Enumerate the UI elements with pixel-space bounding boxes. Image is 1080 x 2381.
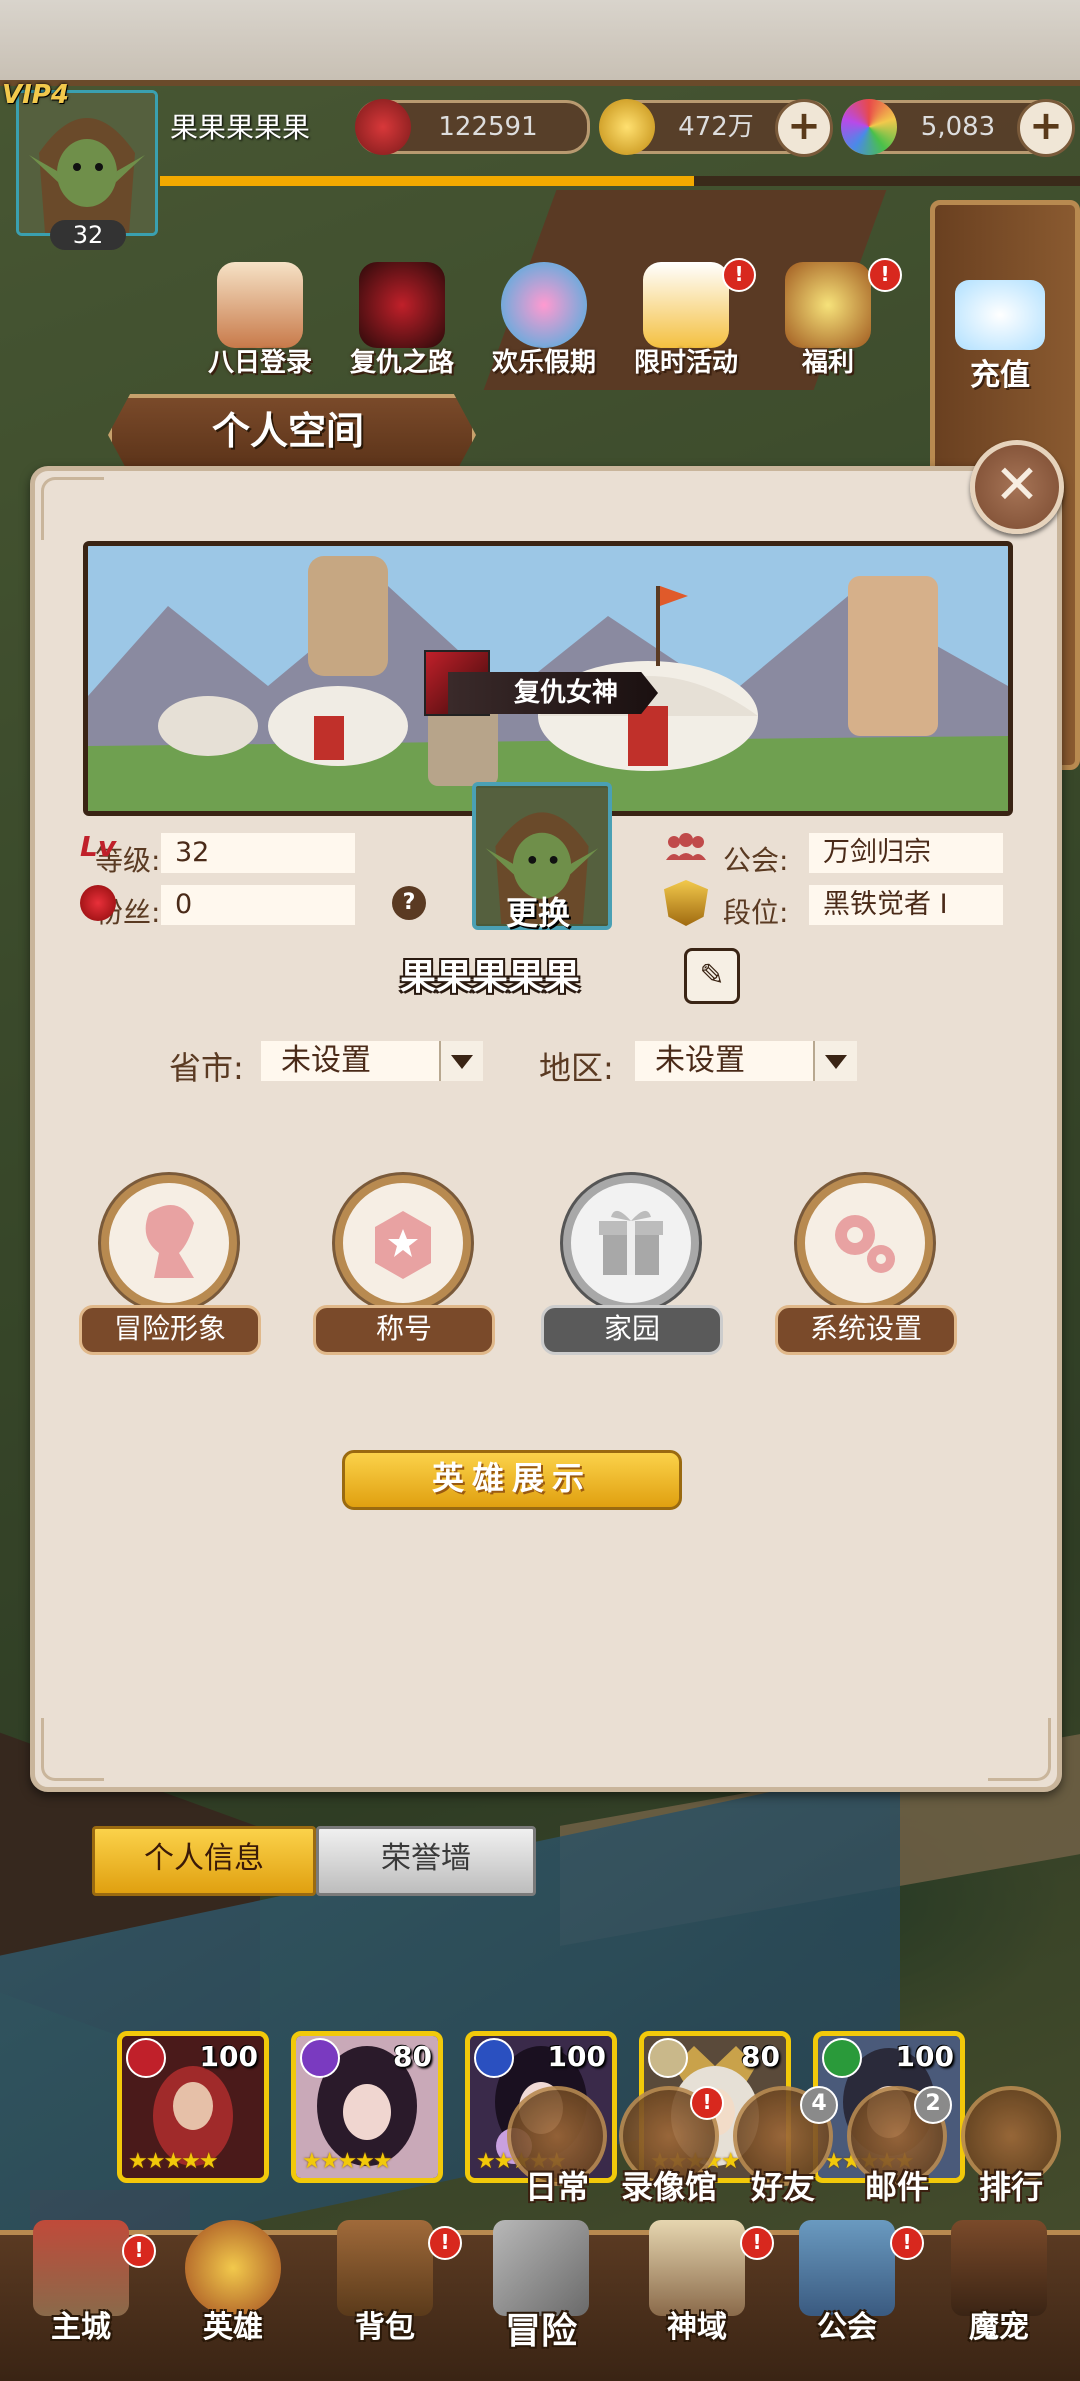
power-display: 122591 (355, 99, 590, 155)
star-rating: ★★★★★ (128, 2149, 219, 2174)
event-alert-badge: ! (722, 258, 756, 292)
diamond-icon (841, 99, 897, 155)
wind-element-icon (474, 2038, 514, 2078)
hero-card[interactable]: 100 ★★★★★ (117, 2031, 269, 2183)
rose-icon (80, 885, 116, 921)
tab-honor-wall[interactable]: 荣誉墙 (316, 1826, 536, 1896)
nav-alert-badge: ! (740, 2226, 774, 2260)
mail-button[interactable]: 邮件 2 (842, 2086, 952, 2208)
event-revenge-road[interactable]: 复仇之路 (342, 262, 462, 379)
level-value: 32 (161, 833, 355, 873)
event-limited-time[interactable]: 限时活动 ! (626, 258, 756, 379)
region-label: 地区: (539, 1049, 614, 1087)
adventure-image-button[interactable]: 冒险形象 (79, 1175, 261, 1355)
holiday-icon (501, 262, 587, 348)
banner-name-tag: 复仇女神 (448, 672, 659, 714)
crossed-swords-icon (355, 99, 411, 155)
star-rating: ★★★★★ (302, 2149, 393, 2174)
guild-label: 公会: (723, 844, 789, 877)
gold-coin-icon (599, 99, 655, 155)
adventure-image-icon (101, 1175, 237, 1311)
welfare-alert-badge: ! (868, 258, 902, 292)
dark-element-icon (300, 2038, 340, 2078)
event-welfare[interactable]: 福利 ! (768, 258, 902, 379)
friends-button[interactable]: 好友 4 (728, 2086, 838, 2208)
light-element-icon (648, 2038, 688, 2078)
nav-pets[interactable]: 魔宠 (924, 2220, 1074, 2346)
replay-alert-badge: ! (690, 2086, 724, 2120)
revenge-icon (359, 262, 445, 348)
replay-hall-button[interactable]: 录像馆 ! (614, 2086, 724, 2208)
home-button[interactable]: 家园 (541, 1175, 723, 1355)
gem-display: 5,083 + (841, 99, 1075, 157)
add-gold-button[interactable]: + (775, 99, 833, 157)
settings-gear-icon (797, 1175, 933, 1311)
nav-heroes[interactable]: 英雄 (158, 2220, 308, 2346)
chevron-down-icon (813, 1041, 857, 1081)
add-gem-button[interactable]: + (1017, 99, 1075, 157)
fans-value: 0 (161, 885, 355, 925)
goblin-portrait-icon (19, 93, 155, 233)
close-button[interactable]: ✕ (970, 440, 1064, 534)
chevron-down-icon (439, 1041, 483, 1081)
limited-event-icon (643, 262, 729, 348)
title-button[interactable]: 称号 (313, 1175, 495, 1355)
player-avatar[interactable] (16, 90, 158, 236)
rank-value: 黑铁觉者 I (809, 885, 1003, 925)
tab-personal-info[interactable]: 个人信息 (92, 1826, 316, 1896)
mail-count-badge: 2 (914, 2086, 952, 2124)
personal-space-panel: 等级: 32 粉丝: 0 公会: 万剑归宗 段位: 黑铁觉者 I 省市: 未设置… (30, 466, 1062, 2183)
topup-crystal-icon (955, 280, 1045, 350)
friends-count-badge: 4 (800, 2086, 838, 2124)
nav-alert-badge: ! (890, 2226, 924, 2260)
change-avatar-button[interactable]: 更换 (472, 888, 604, 934)
ranking-button[interactable]: 排行 (956, 2086, 1066, 2208)
province-select[interactable]: 未设置 (261, 1041, 483, 1081)
guild-value: 万剑归宗 (809, 833, 1003, 873)
daily-button[interactable]: 日常 (502, 2086, 612, 2208)
pencil-icon: ✎ (699, 958, 725, 993)
gift-pot-icon (785, 262, 871, 348)
hero-showcase-header: 英雄展示 (342, 1450, 682, 1510)
hero-card[interactable]: 80 ★★★★★ (291, 2031, 443, 2183)
topup-button[interactable]: 充值 (940, 280, 1060, 394)
system-settings-button[interactable]: 系统设置 (775, 1175, 957, 1355)
event-happy-holiday[interactable]: 欢乐假期 (484, 262, 604, 379)
edit-name-button[interactable]: ✎ (684, 948, 740, 1004)
player-name: 果果果果果 (170, 111, 311, 144)
panel-corner-ornament (41, 477, 104, 540)
rank-label: 段位: (723, 896, 789, 929)
nature-element-icon (822, 2038, 862, 2078)
nav-adventure[interactable]: 冒险 (466, 2220, 616, 2354)
home-gift-icon (563, 1175, 699, 1311)
calendar-icon (217, 262, 303, 348)
nav-backpack[interactable]: 背包 ! (310, 2220, 462, 2346)
gold-display: 472万 + (599, 99, 833, 157)
exp-bar (160, 176, 1080, 186)
nav-alert-badge: ! (428, 2226, 462, 2260)
region-select[interactable]: 未设置 (635, 1041, 857, 1081)
title-badge-icon (335, 1175, 471, 1311)
level-icon: Lv (80, 830, 117, 863)
vip-label: VIP4 (2, 80, 69, 110)
panel-corner-ornament (988, 1718, 1051, 1781)
guild-members-icon (666, 833, 706, 860)
nickname: 果果果果果 (399, 957, 580, 998)
nav-guild[interactable]: 公会 ! (772, 2220, 924, 2346)
event-eight-day-login[interactable]: 八日登录 (200, 262, 320, 379)
help-icon[interactable]: ? (392, 886, 426, 920)
nav-main-city[interactable]: 主城 ! (6, 2220, 156, 2346)
nav-divine-realm[interactable]: 神域 ! (622, 2220, 774, 2346)
player-level-badge: 32 (50, 220, 126, 250)
fire-element-icon (126, 2038, 166, 2078)
province-label: 省市: (169, 1049, 244, 1087)
page-title: 个人空间 (211, 409, 364, 453)
panel-corner-ornament (41, 1718, 104, 1781)
nav-alert-badge: ! (122, 2234, 156, 2268)
top-frame (0, 0, 1080, 86)
